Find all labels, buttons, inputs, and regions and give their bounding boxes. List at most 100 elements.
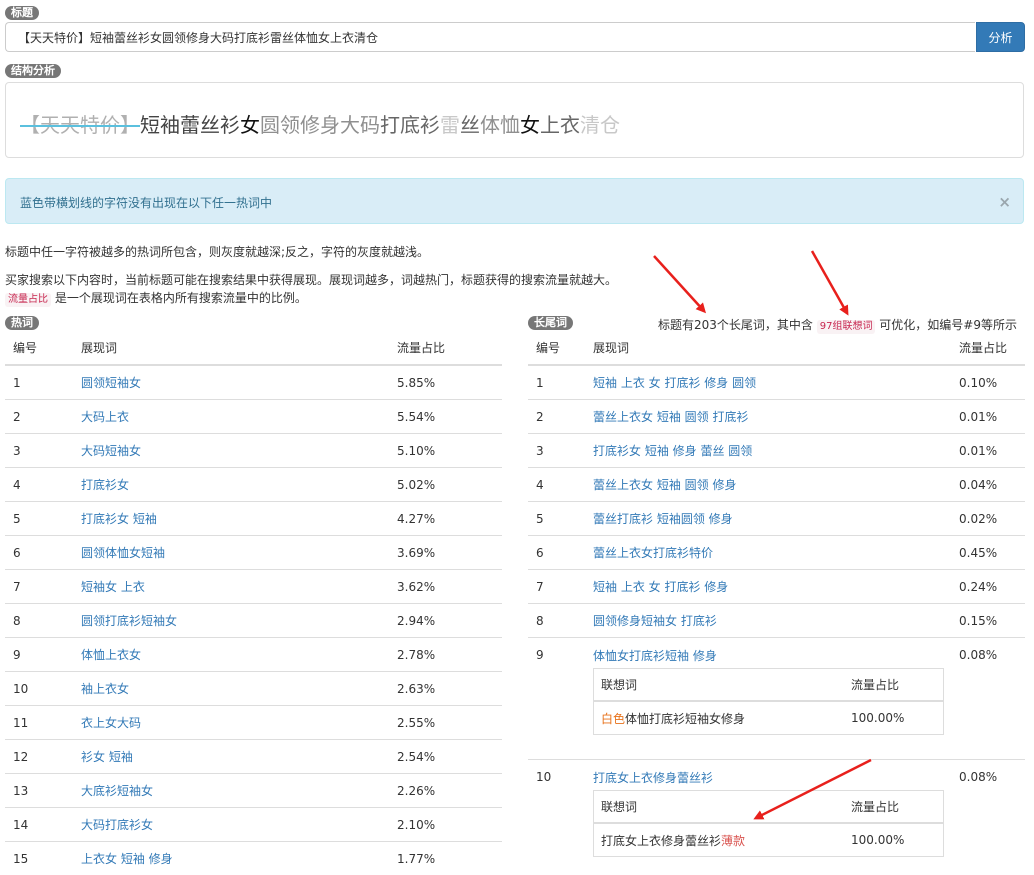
row-ratio: 5.85%: [389, 365, 502, 400]
structure-analysis-panel: 【天天特价】短袖蕾丝衫女圆领修身大码打底衫雷丝体恤女上衣清仓: [5, 82, 1024, 158]
row-num: 10: [528, 760, 585, 864]
row-ratio: 0.01%: [951, 400, 1025, 434]
table-row: 10袖上衣女2.63%: [5, 672, 502, 706]
info-alert: 蓝色带横划线的字符没有出现在以下任一热词中 ×: [5, 178, 1024, 224]
related-word-ratio: 100.00%: [844, 701, 944, 735]
row-num: 1: [5, 365, 73, 400]
table-row: 5蕾丝打底衫 短袖圆领 修身0.02%: [528, 502, 1025, 536]
related-word-row: 打底女上衣修身蕾丝衫薄款 100.00%: [594, 823, 944, 857]
row-num: 8: [528, 604, 585, 638]
keyword-link[interactable]: 蕾丝上衣女 短袖 圆领 修身: [593, 478, 736, 492]
long-tail-table: 编号 展现词 流量占比 1短袖 上衣 女 打底衫 修身 圆领0.10%2蕾丝上衣…: [528, 331, 1025, 863]
row-num: 4: [5, 468, 73, 502]
table-row: 3打底衫女 短袖 修身 蕾丝 圆领0.01%: [528, 434, 1025, 468]
row-num: 11: [5, 706, 73, 740]
row-ratio: 0.01%: [951, 434, 1025, 468]
keyword-link[interactable]: 圆领打底衫短袖女: [81, 614, 177, 628]
row-num: 5: [528, 502, 585, 536]
row-ratio: 0.45%: [951, 536, 1025, 570]
analyze-button[interactable]: 分析: [976, 22, 1025, 52]
table-row: 3大码短袖女5.10%: [5, 434, 502, 468]
row-ratio: 3.69%: [389, 536, 502, 570]
row-ratio: 0.10%: [951, 365, 1025, 400]
structure-segment: 上衣: [540, 113, 580, 137]
keyword-link[interactable]: 体恤女打底衫短袖 修身: [593, 649, 717, 663]
keyword-link[interactable]: 短袖 上衣 女 打底衫 修身 圆领: [593, 376, 756, 390]
structure-segment: 圆领修身大码: [260, 113, 380, 137]
row-ratio: 2.94%: [389, 604, 502, 638]
highlight-text: 薄款: [721, 834, 745, 848]
sub-col-word-header: 联想词: [594, 791, 845, 824]
row-num: 15: [5, 842, 73, 875]
table-row: 6 蕾丝上衣女打底衫特价 0.45%: [528, 536, 1025, 570]
table-row: 9 体恤女打底衫短袖 修身 联想词 流量占比 白色体恤打底衫短袖女修身 100.…: [528, 638, 1025, 760]
row-ratio: 2.55%: [389, 706, 502, 740]
table-row: 9体恤上衣女2.78%: [5, 638, 502, 672]
arrow-to-related-count: [812, 251, 847, 313]
row-ratio: 3.62%: [389, 570, 502, 604]
row-num: 7: [528, 570, 585, 604]
keyword-link[interactable]: 上衣女 短袖 修身: [81, 852, 173, 866]
alert-text: 蓝色带横划线的字符没有出现在以下任一热词中: [20, 196, 272, 210]
keyword-link[interactable]: 打底衫女: [81, 478, 129, 492]
structure-segment: 打底衫: [380, 113, 440, 137]
arrow-to-stats: [654, 256, 704, 311]
structure-segment: 丝: [460, 113, 480, 137]
keyword-link[interactable]: 衫女 短袖: [81, 750, 133, 764]
keyword-link[interactable]: 衣上女大码: [81, 716, 141, 730]
keyword-link[interactable]: 大码打底衫女: [81, 818, 153, 832]
table-row: 7短袖 上衣 女 打底衫 修身0.24%: [528, 570, 1025, 604]
col-ratio-header: 流量占比: [951, 331, 1025, 365]
keyword-link[interactable]: 袖上衣女: [81, 682, 129, 696]
structure-segment: 雷: [440, 113, 460, 137]
row-num: 5: [5, 502, 73, 536]
keyword-link[interactable]: 蕾丝打底衫 短袖圆领 修身: [593, 512, 733, 526]
keyword-link[interactable]: 短袖 上衣 女 打底衫 修身: [593, 580, 728, 594]
related-word-ratio: 100.00%: [844, 823, 944, 857]
keyword-link[interactable]: 打底衫女 短袖 修身 蕾丝 圆领: [593, 444, 752, 458]
keyword-link[interactable]: 大底衫短袖女: [81, 784, 153, 798]
related-word-text: 体恤打底衫短袖女修身: [625, 712, 745, 726]
close-icon[interactable]: ×: [998, 195, 1011, 209]
row-ratio: 5.10%: [389, 434, 502, 468]
row-ratio: 4.27%: [389, 502, 502, 536]
row-num: 10: [5, 672, 73, 706]
sub-col-word-header: 联想词: [594, 669, 845, 702]
table-row: 2 蕾丝上衣女 短袖 圆领 打底衫 0.01%: [528, 400, 1025, 434]
row-num: 6: [528, 536, 585, 570]
table-row: 4蕾丝上衣女 短袖 圆领 修身0.04%: [528, 468, 1025, 502]
col-ratio-header: 流量占比: [389, 331, 502, 365]
hot-words-table: 编号 展现词 流量占比 1圆领短袖女5.85%2大码上衣5.54%3大码短袖女5…: [5, 331, 502, 875]
structure-segment: 清仓: [580, 113, 620, 137]
row-ratio: 5.54%: [389, 400, 502, 434]
table-row: 8圆领修身短袖女 打底衫0.15%: [528, 604, 1025, 638]
keyword-link[interactable]: 体恤上衣女: [81, 648, 141, 662]
keyword-link[interactable]: 打底女上衣修身蕾丝衫: [593, 771, 713, 785]
title-input[interactable]: [5, 22, 975, 52]
structure-segment: 女: [240, 113, 260, 137]
keyword-link[interactable]: 蕾丝上衣女 短袖 圆领 打底衫: [593, 410, 748, 424]
table-row: 5 打底衫女 短袖 4.27%: [5, 502, 502, 536]
row-num: 13: [5, 774, 73, 808]
keyword-link[interactable]: 短袖女 上衣: [81, 580, 145, 594]
row-ratio: 5.02%: [389, 468, 502, 502]
keyword-link[interactable]: 圆领修身短袖女 打底衫: [593, 614, 717, 628]
table-row: 4 打底衫女 5.02%: [5, 468, 502, 502]
keyword-link[interactable]: 圆领体恤女短袖: [81, 546, 165, 560]
row-num: 6: [5, 536, 73, 570]
keyword-link[interactable]: 圆领短袖女: [81, 376, 141, 390]
table-row: 2大码上衣5.54%: [5, 400, 502, 434]
row-num: 2: [528, 400, 585, 434]
long-tail-badge: 长尾词: [528, 316, 573, 330]
sub-col-ratio-header: 流量占比: [844, 791, 944, 824]
keyword-link[interactable]: 打底衫女 短袖: [81, 512, 157, 526]
keyword-link[interactable]: 大码短袖女: [81, 444, 141, 458]
row-num: 9: [5, 638, 73, 672]
keyword-link[interactable]: 蕾丝上衣女打底衫特价: [593, 546, 713, 560]
table-row: 1短袖 上衣 女 打底衫 修身 圆领0.10%: [528, 365, 1025, 400]
table-row: 10 打底女上衣修身蕾丝衫 联想词 流量占比 打底女上衣修身蕾丝衫薄款 100.…: [528, 760, 1025, 864]
keyword-link[interactable]: 大码上衣: [81, 410, 129, 424]
table-row: 11 衣上女大码 2.55%: [5, 706, 502, 740]
structure-segment: 【天天特价】: [20, 113, 140, 137]
row-ratio: 2.10%: [389, 808, 502, 842]
